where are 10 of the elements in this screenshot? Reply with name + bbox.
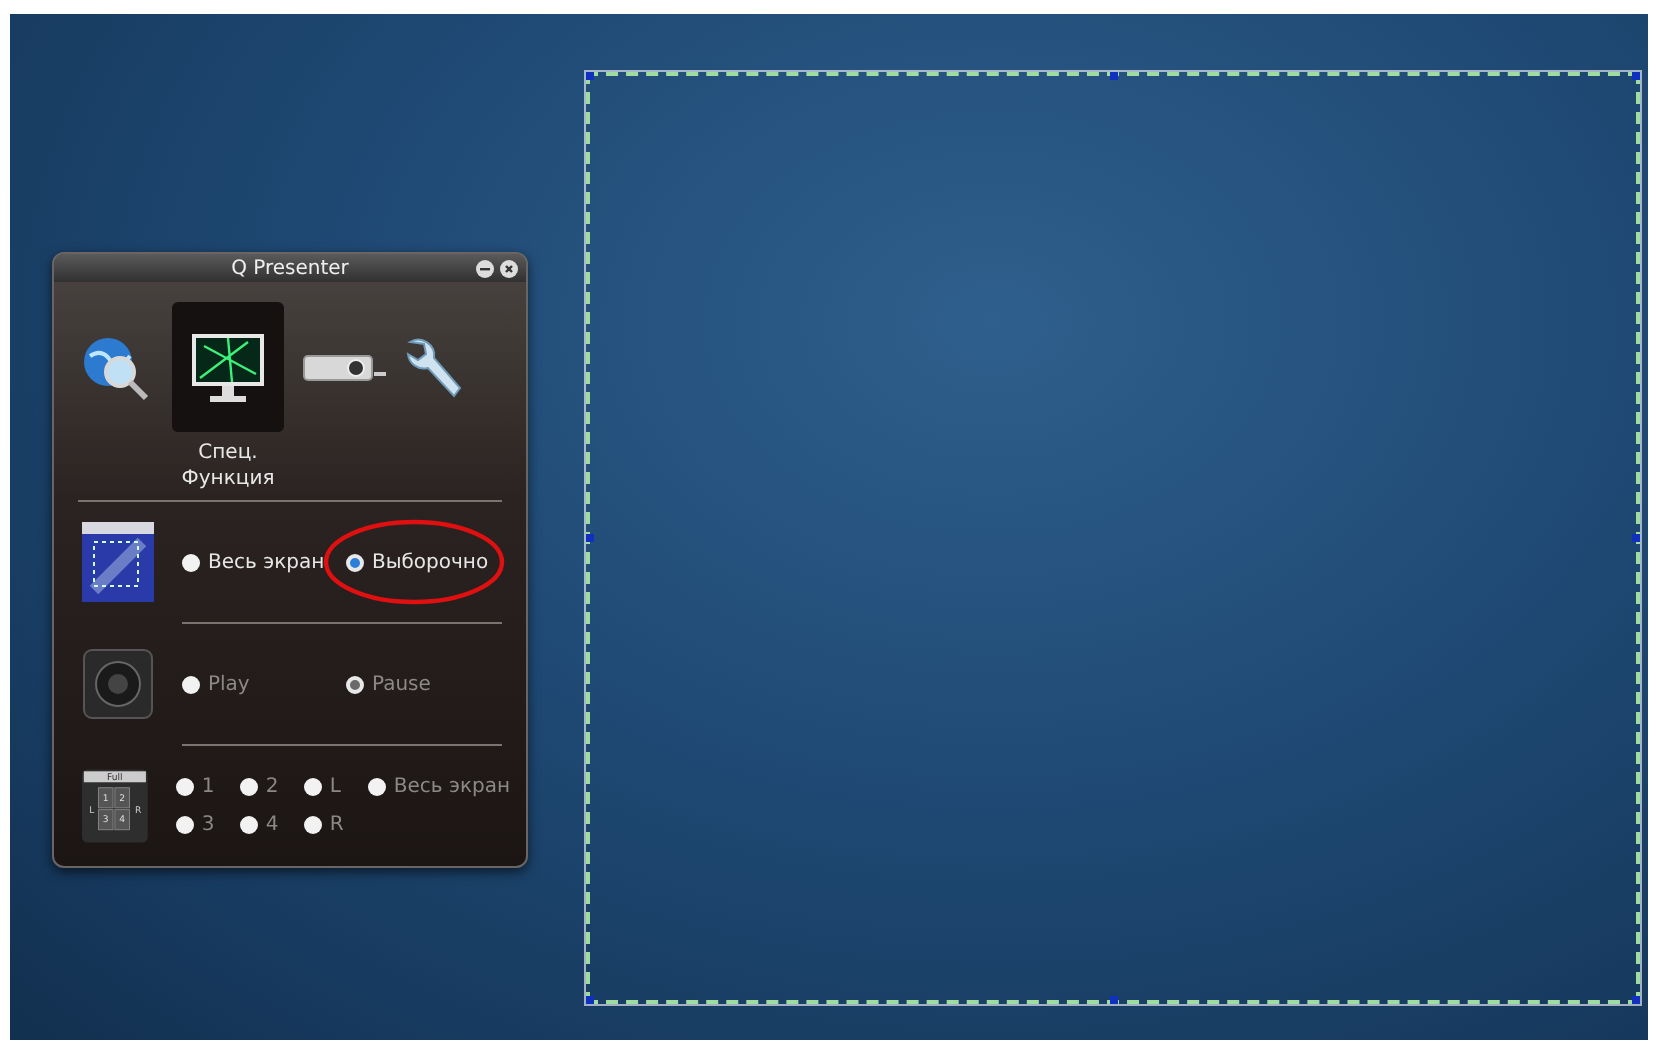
close-icon[interactable] xyxy=(500,259,518,277)
monitor-icon xyxy=(188,329,268,405)
wrench-icon xyxy=(402,333,466,401)
window-title: Q Presenter xyxy=(229,257,351,279)
screen-capture-icon xyxy=(82,522,154,602)
toolbar-label: Спец. Функция xyxy=(179,440,277,492)
radio-option[interactable]: Весь экран xyxy=(182,551,325,573)
speaker-icon xyxy=(82,648,154,720)
minimize-icon[interactable] xyxy=(476,259,494,277)
toolbar-button[interactable] xyxy=(172,302,284,432)
